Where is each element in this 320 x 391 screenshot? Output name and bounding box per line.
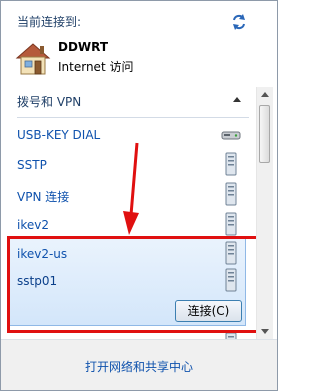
connection-label: SSTP [17, 158, 47, 172]
current-connection-title: 当前连接到: [17, 15, 82, 29]
section-divider [17, 117, 249, 118]
scroll-down-icon[interactable] [257, 323, 273, 339]
connection-label: USB-KEY DIAL [17, 128, 101, 142]
network-name: DDWRT [58, 40, 109, 54]
vpn-server-icon [225, 152, 237, 176]
network-flyout: 当前连接到: DDWRT Internet 访问 拨号和 VPN USB-KEY… [0, 0, 278, 391]
footer: 打开网络和共享中心 [1, 339, 277, 390]
scrollbar[interactable] [256, 87, 273, 339]
connection-label: ikev2 [17, 218, 49, 232]
scroll-up-icon[interactable] [257, 87, 273, 103]
open-network-sharing-center-link[interactable]: 打开网络和共享中心 [1, 358, 277, 375]
scrollbar-thumb[interactable] [259, 105, 270, 163]
connection-label: VPN 连接 [17, 190, 70, 204]
refresh-icon[interactable] [230, 13, 248, 31]
vpn-server-icon [225, 212, 237, 236]
red-arrow-annotation [123, 142, 139, 235]
highlight-annotation-box [7, 236, 267, 333]
modem-icon [221, 131, 241, 140]
vpn-server-icon [225, 182, 237, 206]
chevron-up-icon[interactable] [232, 95, 242, 103]
house-network-icon [15, 43, 51, 75]
dialup-vpn-section-title[interactable]: 拨号和 VPN [17, 93, 81, 110]
network-status: Internet 访问 [58, 60, 134, 74]
